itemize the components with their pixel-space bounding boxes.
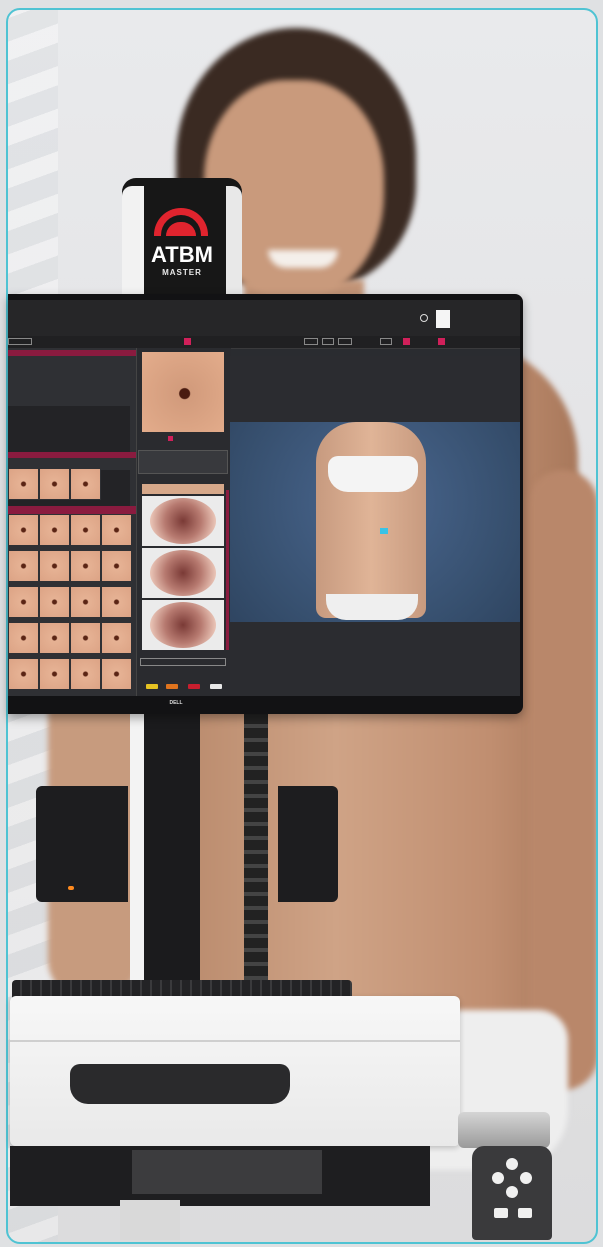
patient-photo-icon: [436, 310, 450, 328]
lesion-list-box: [8, 406, 130, 456]
lesion-thumbnail[interactable]: [70, 586, 101, 618]
lesion-thumbnail[interactable]: [39, 468, 70, 500]
monitor-brand: DELL: [169, 700, 183, 706]
lesion-thumbnail[interactable]: [70, 514, 101, 546]
keypad-right-button[interactable]: [520, 1172, 532, 1184]
cable-sleeve: [244, 700, 268, 990]
action-button[interactable]: [140, 658, 226, 666]
monitor-screen: [8, 300, 520, 696]
person-smile: [268, 250, 338, 268]
section-bar: [8, 452, 136, 458]
lesion-thumbnail[interactable]: [39, 658, 70, 690]
dermoscopy-image[interactable]: [142, 548, 224, 598]
base-column: [120, 1200, 180, 1240]
brand-model: MASTER: [162, 268, 202, 277]
color-tag-orange[interactable]: [166, 684, 178, 689]
body-map-top: [328, 456, 418, 492]
camera-head-side: [122, 186, 144, 296]
macro-lesion-image[interactable]: [142, 352, 224, 432]
keypad-up-button[interactable]: [506, 1158, 518, 1170]
toolbar-button[interactable]: [304, 338, 318, 345]
location-pin-icon[interactable]: [420, 314, 428, 322]
keypad-confirm-button[interactable]: [494, 1208, 508, 1218]
lesion-thumbnail[interactable]: [39, 586, 70, 618]
person-right-arm: [528, 470, 596, 1090]
macro-marker: [168, 436, 173, 441]
left-bracket: [36, 786, 128, 902]
keypad-down-button[interactable]: [506, 1186, 518, 1198]
lesion-thumbnail[interactable]: [70, 468, 101, 500]
lesion-thumbnail[interactable]: [101, 622, 132, 654]
dermoscopy-image[interactable]: [142, 496, 224, 546]
toolbar-button[interactable]: [338, 338, 352, 345]
lesion-thumbnail[interactable]: [39, 514, 70, 546]
section-bar: [8, 506, 136, 512]
keypad-left-button[interactable]: [492, 1172, 504, 1184]
toolbar-alert-button[interactable]: [438, 338, 445, 345]
stand-pole-highlight: [130, 700, 144, 1000]
dermoscopy-image[interactable]: [142, 600, 224, 650]
section-bar: [8, 350, 136, 356]
keypad-arrows-icon[interactable]: [472, 1146, 552, 1240]
right-bracket: [278, 786, 338, 902]
lesion-location-marker[interactable]: [380, 528, 388, 534]
color-tag-yellow[interactable]: [146, 684, 158, 689]
toolbar-button[interactable]: [322, 338, 334, 345]
keypad-cancel-button[interactable]: [518, 1208, 532, 1218]
toolbar-button[interactable]: [380, 338, 392, 345]
body-map-figure[interactable]: [316, 422, 426, 618]
drawer-handle[interactable]: [70, 1064, 290, 1104]
lesion-thumbnail[interactable]: [8, 622, 39, 654]
lesion-thumbnail[interactable]: [70, 622, 101, 654]
lesion-info-box: [138, 450, 228, 474]
brand-name: ATBM: [151, 242, 213, 267]
lesion-thumbnail[interactable]: [101, 550, 132, 582]
body-map-bottom: [326, 594, 418, 620]
color-tag-white[interactable]: [210, 684, 222, 689]
lesion-thumbnail[interactable]: [8, 550, 39, 582]
lesion-thumbnail[interactable]: [70, 550, 101, 582]
cart-seam: [10, 1040, 460, 1042]
color-tag-red[interactable]: [188, 684, 200, 689]
keypad-mount: [458, 1112, 550, 1148]
status-led: [68, 886, 74, 890]
lesion-thumbnail[interactable]: [70, 658, 101, 690]
lesion-thumbnail[interactable]: [39, 550, 70, 582]
lesion-thumbnail[interactable]: [8, 658, 39, 690]
lesion-thumbnail[interactable]: [8, 514, 39, 546]
toolbar-active-button[interactable]: [403, 338, 410, 345]
camera-head-side-right: [226, 186, 242, 296]
body-map-viewer: [230, 356, 520, 696]
toolbar-dropdown[interactable]: [8, 338, 32, 345]
lesion-thumbnail[interactable]: [39, 622, 70, 654]
toolbar-record-button[interactable]: [184, 338, 191, 345]
lesion-thumbnail[interactable]: [101, 514, 132, 546]
lesion-thumbnail[interactable]: [8, 468, 39, 500]
lesion-thumbnail[interactable]: [101, 658, 132, 690]
lesion-thumbnail[interactable]: [8, 586, 39, 618]
dermoscopy-strip: [142, 484, 224, 494]
selection-bar: [226, 490, 229, 650]
base-unit: [132, 1150, 322, 1194]
app-top-bar: [8, 300, 520, 336]
lesion-thumbnail[interactable]: [101, 586, 132, 618]
